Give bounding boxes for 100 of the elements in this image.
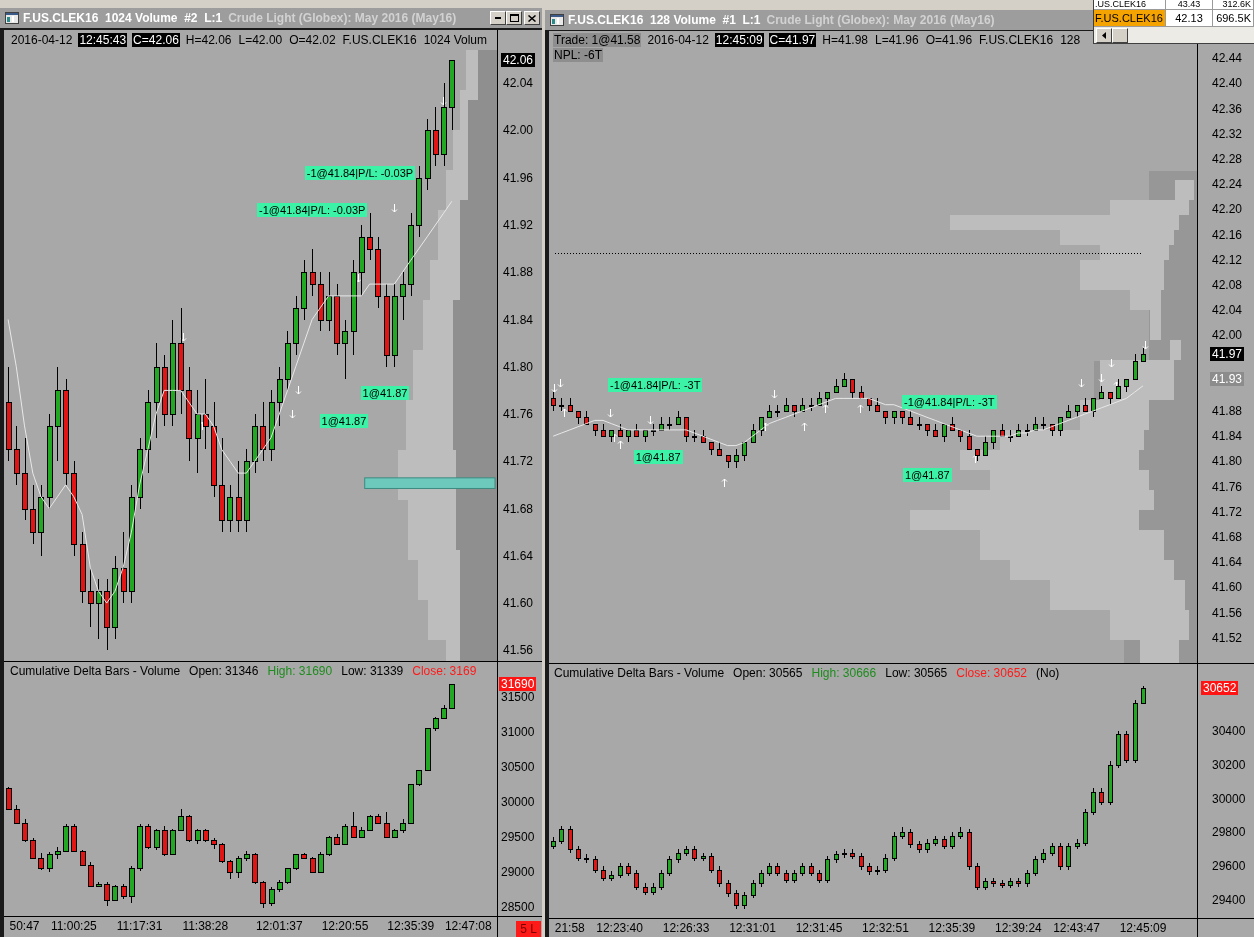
candlestick (942, 835, 947, 850)
time-axis-label: 12:43:47 (1053, 921, 1100, 935)
candlestick (326, 271, 332, 332)
candlestick (584, 410, 589, 425)
axis-label: 42.44 (1212, 51, 1243, 66)
axis-label: 42.20 (1212, 202, 1243, 217)
candlestick (1116, 378, 1121, 399)
candlestick (96, 881, 102, 888)
candlestick (1033, 416, 1038, 431)
axis-label: 41.56 (503, 643, 534, 658)
axis-label: 41.84 (1212, 429, 1243, 444)
candlestick (692, 429, 697, 443)
candlestick (449, 683, 455, 709)
axis-label: 41.88 (503, 265, 534, 280)
candlestick (1008, 877, 1013, 889)
position-indicator: 5 L (516, 921, 541, 937)
chart-info-text: C=42.06 (132, 33, 180, 47)
candlestick (252, 413, 258, 474)
candlestick (425, 118, 431, 190)
candlestick (875, 397, 880, 412)
axis-label: 42.24 (1212, 177, 1243, 192)
axis-label: 41.88 (1212, 403, 1243, 418)
candlestick (551, 836, 556, 850)
candlestick (400, 271, 406, 320)
candlestick (88, 567, 94, 628)
chart-info-text: L=41.96 (874, 33, 920, 47)
candlestick (1116, 730, 1121, 769)
candlestick (559, 825, 564, 845)
candlestick (30, 837, 36, 860)
indicator-info-text: High: 30666 (811, 666, 877, 680)
axis-label: 30000 (1212, 791, 1246, 806)
close-button[interactable] (524, 11, 540, 25)
chart-info-text: 12:45:09 (714, 33, 764, 47)
candlestick (293, 295, 299, 356)
table-cell: F.US.CLEK16 (1094, 10, 1166, 26)
candlestick (1083, 808, 1088, 847)
candlestick (659, 416, 664, 431)
up-arrow-icon (857, 404, 864, 414)
candlestick (568, 825, 573, 854)
candlestick (219, 842, 225, 864)
axis-label: 30500 (501, 760, 535, 774)
candlestick (842, 848, 847, 859)
candlestick (576, 845, 581, 862)
up-arrow-icon (801, 422, 808, 432)
time-axis-label: 11:38:28 (182, 919, 229, 933)
trade-label: -1@41.84|P/L: -0.03P (257, 202, 368, 217)
axis-label: 41.96 (503, 170, 534, 185)
axis-label: 31000 (501, 725, 535, 739)
indicator-info-text: Open: 30565 (733, 666, 803, 680)
candlestick (1058, 842, 1063, 871)
scroll-left-button[interactable] (1096, 27, 1112, 43)
candlestick (726, 879, 731, 898)
candlestick (792, 404, 797, 418)
candlestick (211, 837, 217, 850)
candlestick (834, 850, 839, 864)
window-title: F.US.CLEK16 1024 Volume #2 L:1 (23, 10, 223, 27)
candlestick (334, 833, 340, 846)
down-arrow-icon (1108, 358, 1115, 368)
scrollbar-thumb[interactable] (1112, 27, 1128, 43)
window-title: F.US.CLEK16 128 Volume #1 L:1 (568, 12, 761, 29)
time-axis-label: 12:45:09 (1119, 921, 1167, 935)
candlestick (958, 429, 963, 443)
down-arrow-icon (355, 273, 362, 283)
candlestick (384, 812, 390, 839)
indicator-info-text: High: 31690 (267, 664, 333, 678)
candlestick (967, 828, 972, 871)
candlestick (825, 391, 830, 406)
candlestick (850, 378, 855, 399)
axis-label: 41.76 (503, 407, 534, 422)
candlestick (684, 416, 689, 443)
candlestick (742, 441, 747, 462)
minimize-button[interactable] (490, 11, 506, 25)
candlestick (178, 808, 184, 832)
candlestick (875, 865, 880, 876)
candlestick (643, 429, 648, 443)
down-arrow-icon (180, 332, 187, 342)
candlestick (917, 840, 922, 854)
axis-label: 41.80 (1212, 454, 1243, 469)
axis-label: 42.12 (1212, 252, 1243, 267)
maximize-button[interactable] (506, 11, 522, 25)
axis-label: 41.72 (1212, 504, 1243, 519)
axis-label: 41.64 (1212, 555, 1243, 570)
axis-label: 42.08 (1212, 277, 1243, 292)
candlestick (170, 828, 176, 856)
candlestick (96, 578, 102, 640)
candlestick (701, 429, 706, 443)
down-arrow-icon (440, 96, 447, 106)
candlestick (659, 869, 664, 891)
axis-label: 41.56 (1212, 605, 1243, 620)
chart-info-text: NPL: -6T (553, 48, 603, 62)
time-axis-label: 11:17:31 (116, 919, 163, 933)
candlestick (717, 865, 722, 887)
axis-label: 41.52 (1212, 630, 1243, 645)
candlestick (1099, 787, 1104, 806)
chart-info-text: Trade: 1@41.58 (553, 33, 642, 47)
candlestick (1066, 842, 1071, 871)
candlestick (449, 59, 455, 131)
candlestick (162, 826, 168, 857)
close-icon (528, 14, 536, 22)
candlestick (367, 814, 373, 832)
